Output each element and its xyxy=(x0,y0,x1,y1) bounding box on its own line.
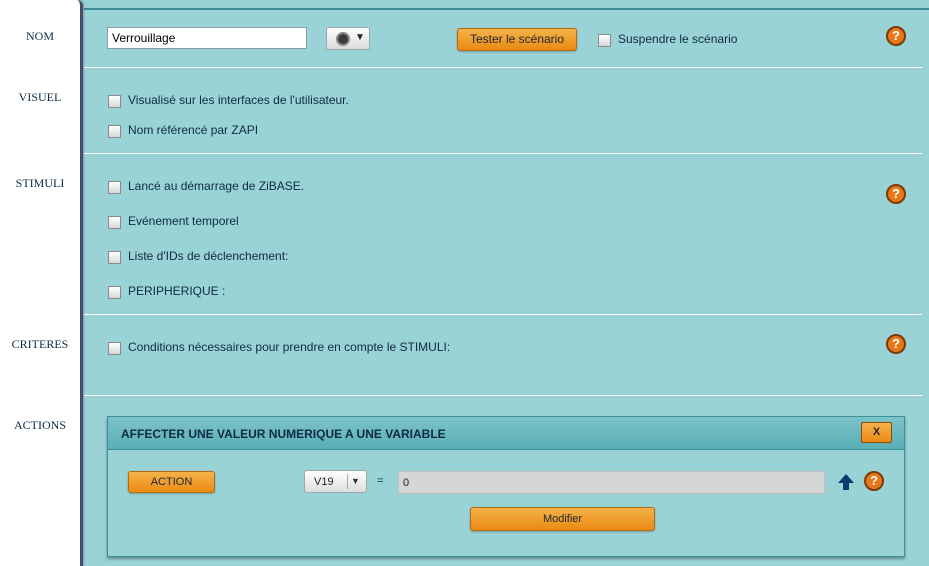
chevron-down-icon: ▼ xyxy=(355,32,365,43)
icon-picker-dropdown[interactable]: ▼ xyxy=(326,27,370,50)
top-border xyxy=(84,8,929,10)
trigger-ids-label: Liste d'IDs de déclenchement: xyxy=(128,249,289,263)
zapi-reference-checkbox[interactable] xyxy=(108,125,121,138)
close-action-button[interactable]: X xyxy=(861,422,892,443)
suspend-scenario-label: Suspendre le scénario xyxy=(618,32,738,46)
move-up-icon[interactable] xyxy=(836,472,856,492)
scenario-name-input[interactable] xyxy=(107,27,307,49)
startup-trigger-label: Lancé au démarrage de ZiBASE. xyxy=(128,179,305,193)
action-panel: AFFECTER UNE VALEUR NUMERIQUE A UNE VARI… xyxy=(107,416,905,557)
action-panel-header: AFFECTER UNE VALEUR NUMERIQUE A UNE VARI… xyxy=(108,417,904,450)
peripheral-checkbox[interactable] xyxy=(108,286,121,299)
trigger-ids-checkbox[interactable] xyxy=(108,251,121,264)
visible-on-interfaces-checkbox[interactable] xyxy=(108,95,121,108)
zapi-reference-label: Nom référencé par ZAPI xyxy=(128,123,259,137)
help-icon[interactable]: ? xyxy=(886,26,906,46)
conditions-label: Conditions nécessaires pour prendre en c… xyxy=(128,340,451,354)
chevron-down-icon: ▼ xyxy=(351,476,360,486)
section-label-nom: NOM xyxy=(25,29,54,43)
test-scenario-button[interactable]: Tester le scénario xyxy=(457,28,577,51)
help-icon[interactable]: ? xyxy=(886,184,906,204)
section-divider xyxy=(84,153,922,154)
time-event-label: Evénement temporel xyxy=(128,214,239,228)
variable-select-value: V19 xyxy=(314,476,334,488)
select-separator xyxy=(347,474,348,489)
action-button[interactable]: ACTION xyxy=(128,471,215,493)
startup-trigger-checkbox[interactable] xyxy=(108,181,121,194)
action-panel-title: AFFECTER UNE VALEUR NUMERIQUE A UNE VARI… xyxy=(121,427,446,441)
section-label-visuel: VISUEL xyxy=(18,90,62,104)
variable-select[interactable]: V19 ▼ xyxy=(304,470,367,493)
section-divider xyxy=(84,314,922,315)
visible-on-interfaces-label: Visualisé sur les interfaces de l'utilis… xyxy=(128,93,349,107)
section-sidebar: NOM VISUEL STIMULI CRITERES ACTIONS xyxy=(0,0,83,566)
section-divider xyxy=(84,395,922,396)
section-label-criteres: CRITERES xyxy=(11,337,69,351)
help-icon[interactable]: ? xyxy=(864,471,884,491)
scenario-icon xyxy=(336,32,350,46)
section-divider xyxy=(84,67,922,68)
help-icon[interactable]: ? xyxy=(886,334,906,354)
section-label-stimuli: STIMULI xyxy=(15,176,65,190)
conditions-checkbox[interactable] xyxy=(108,342,121,355)
peripheral-label: PERIPHERIQUE : xyxy=(128,284,226,298)
equals-sign: = xyxy=(377,475,384,487)
section-label-actions: ACTIONS xyxy=(13,418,66,432)
value-input[interactable] xyxy=(398,471,825,494)
time-event-checkbox[interactable] xyxy=(108,216,121,229)
suspend-scenario-checkbox[interactable] xyxy=(598,34,611,47)
modify-button[interactable]: Modifier xyxy=(470,507,655,531)
